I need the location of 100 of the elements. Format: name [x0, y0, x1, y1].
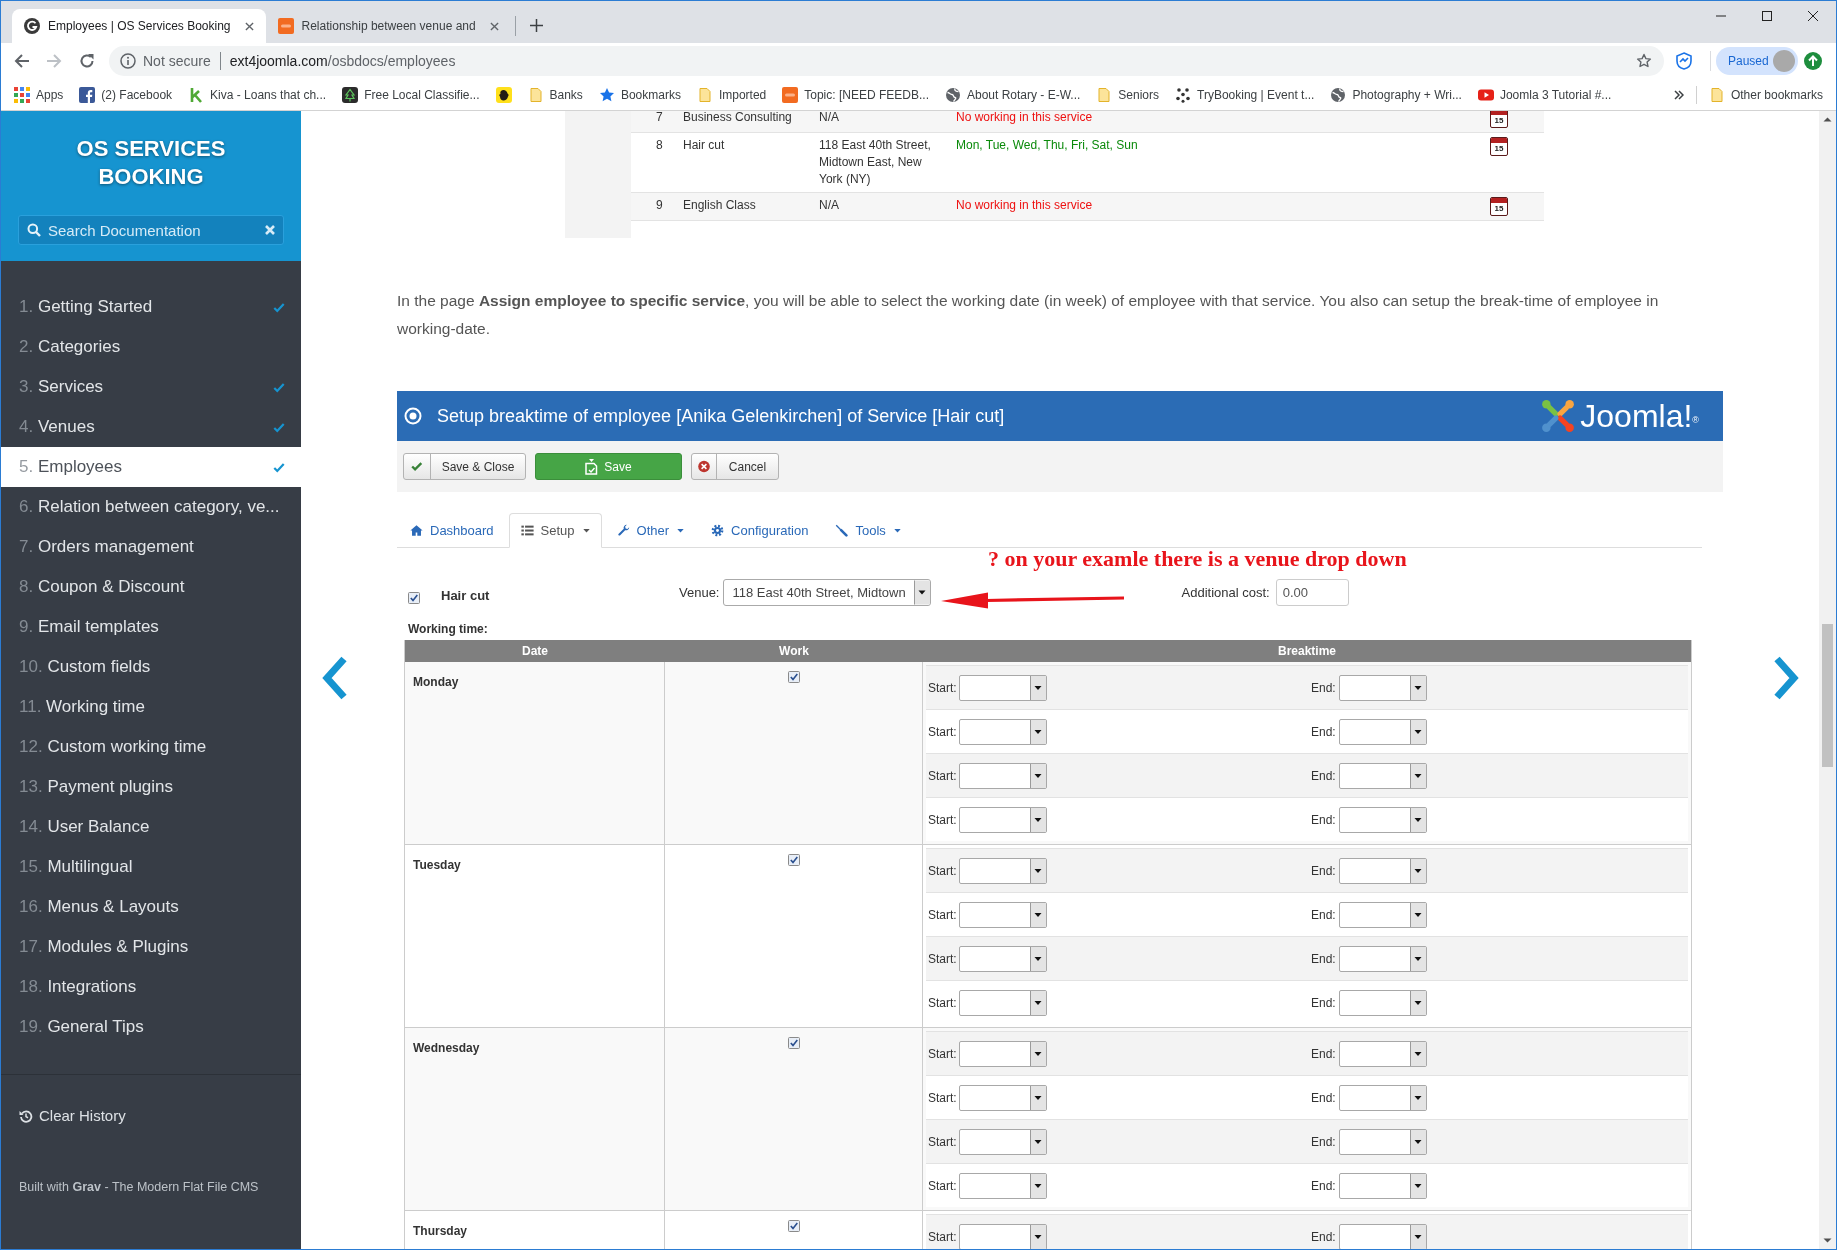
close-icon[interactable] [244, 21, 254, 31]
venue-select[interactable]: 118 East 40th Street, Midtown [722, 579, 931, 606]
start-time-select[interactable] [958, 945, 1047, 972]
calendar-icon[interactable]: 15 [1490, 111, 1508, 128]
clear-icon[interactable] [265, 225, 275, 235]
nav-tab[interactable]: Dashboard [398, 513, 506, 548]
column-header: Date [521, 643, 549, 660]
checkbox[interactable] [408, 591, 420, 604]
start-time-select[interactable] [958, 989, 1047, 1016]
search-field[interactable]: Search Documentation [18, 215, 284, 245]
nav-item[interactable]: 9. Email templates [1, 607, 301, 647]
nav-item[interactable]: 2. Categories [1, 327, 301, 367]
service-label: Hair cut [441, 586, 491, 605]
start-time-select[interactable] [958, 806, 1047, 833]
nav-item[interactable]: 18. Integrations [1, 967, 301, 1007]
bookmark-link[interactable]: Photography + Wri... [1330, 85, 1462, 104]
nav-item[interactable]: 11. Working time [1, 687, 301, 727]
nav-item[interactable]: 15. Multilingual [1, 847, 301, 887]
bookmark-link[interactable]: Imported [696, 85, 767, 104]
bookmark-link[interactable]: Topic: [NEED FEEDB... [782, 85, 929, 104]
nav-tab[interactable]: Configuration [699, 513, 821, 548]
start-time-select[interactable] [958, 1172, 1047, 1199]
nav-item[interactable]: 14. User Balance [1, 807, 301, 847]
browser-tab[interactable]: Employees | OS Services Booking [12, 9, 266, 43]
mascot-icon[interactable] [495, 86, 512, 103]
nav-item[interactable]: 19. General Tips [1, 1007, 301, 1047]
bookmark-link[interactable]: Banks [527, 85, 583, 104]
start-time-select[interactable] [958, 1223, 1047, 1249]
bookmark-link[interactable]: Kiva - Loans that ch... [188, 85, 327, 104]
bookmark-star-icon[interactable] [1636, 53, 1652, 69]
nav-item[interactable]: 5. Employees [1, 447, 301, 487]
nav-tab[interactable]: Tools [823, 513, 913, 548]
checkbox[interactable] [787, 854, 800, 866]
nav-tab[interactable]: Setup [508, 513, 602, 548]
clear-history-link[interactable]: Clear History [19, 1105, 126, 1128]
checkbox[interactable] [787, 1220, 800, 1232]
start-time-select[interactable] [958, 1128, 1047, 1155]
start-label: Start: [928, 1133, 957, 1151]
cost-field[interactable]: 0.00 [1275, 579, 1349, 606]
browser-tab[interactable]: Relationship between venue and [265, 9, 511, 43]
nav-item[interactable]: 17. Modules & Plugins [1, 927, 301, 967]
scrollbar[interactable] [1819, 111, 1836, 1249]
start-label: Start: [928, 1177, 957, 1195]
bookmark-link[interactable]: Seniors [1096, 85, 1160, 104]
history-icon [19, 1109, 33, 1124]
nav-item[interactable]: 12. Custom working time [1, 727, 301, 767]
plus-icon[interactable] [529, 19, 543, 32]
maximize-icon[interactable] [1762, 11, 1772, 21]
nav-item[interactable]: 10. Custom fields [1, 647, 301, 687]
profile-button[interactable]: Paused [1716, 47, 1798, 75]
double-chevron-icon[interactable] [1673, 89, 1684, 100]
start-time-select[interactable] [958, 762, 1047, 789]
globe-icon [1330, 86, 1347, 103]
bookmark-link[interactable]: TryBooking | Event t... [1175, 85, 1315, 104]
bookmark-link[interactable]: (2) Facebook [79, 85, 173, 104]
calendar-icon[interactable]: 15 [1490, 137, 1508, 156]
bookmark-link[interactable]: About Rotary - E-W... [944, 85, 1081, 104]
chevron-right-icon[interactable] [1773, 656, 1799, 700]
bookmark-link[interactable]: Free Local Classifie... [342, 85, 480, 104]
annotation-text: ? on your examle there is a venue drop down [988, 548, 1407, 570]
bookmark-link[interactable]: Apps [14, 85, 64, 104]
nav-item[interactable]: 6. Relation between category, ve... [1, 487, 301, 527]
checkbox[interactable] [787, 671, 800, 683]
nav-item[interactable]: 4. Venues [1, 407, 301, 447]
bookmark-link[interactable]: Other bookmarks [1708, 85, 1823, 104]
start-label: Start: [928, 906, 957, 924]
nav-item[interactable]: 1. Getting Started [1, 287, 301, 327]
working-days: No working in this service [956, 197, 1490, 214]
start-time-select[interactable] [958, 1084, 1047, 1111]
address-bar[interactable]: Not secure ext4joomla.com/osbdocs/employees [109, 46, 1664, 76]
close-icon[interactable] [1808, 11, 1818, 21]
start-time-select[interactable] [958, 1040, 1047, 1067]
day-name: Tuesday [413, 858, 461, 872]
start-label: Start: [928, 811, 957, 829]
start-time-select[interactable] [958, 901, 1047, 928]
nav-item[interactable]: 8. Coupon & Discount [1, 567, 301, 607]
reload-icon[interactable] [79, 53, 95, 69]
save-close-button[interactable]: Save & Close [403, 453, 526, 480]
bookmark-link[interactable]: Joomla 3 Tutorial #... [1477, 85, 1612, 104]
scrollbar-thumb[interactable] [1822, 624, 1833, 767]
cancel-button[interactable]: Cancel [691, 453, 779, 480]
nav-item[interactable]: 7. Orders management [1, 527, 301, 567]
calendar-icon[interactable]: 15 [1490, 197, 1508, 216]
start-time-select[interactable] [958, 718, 1047, 745]
chevron-left-icon[interactable] [322, 656, 348, 700]
intro-paragraph: In the page Assign employee to specific service, you will be able to select the working date (in week) of employee with that service. You also can setup the break-time of employee in working-date. [397, 291, 1660, 339]
nav-item[interactable]: 16. Menus & Layouts [1, 887, 301, 927]
bookmark-link[interactable]: Bookmarks [598, 85, 681, 104]
start-time-select[interactable] [958, 857, 1047, 884]
nav-item[interactable]: 3. Services [1, 367, 301, 407]
back-arrow-icon[interactable] [14, 53, 30, 69]
start-time-select[interactable] [958, 674, 1047, 701]
venue-address: N/A [819, 111, 840, 126]
shield-icon[interactable] [1675, 52, 1693, 70]
checkbox[interactable] [787, 1037, 800, 1049]
section-label: Working time: [408, 622, 488, 636]
nav-item[interactable]: 13. Payment plugins [1, 767, 301, 807]
end-label: End: [1311, 950, 1336, 968]
start-label: Start: [928, 723, 957, 741]
nav-tab[interactable]: Other [604, 513, 697, 548]
